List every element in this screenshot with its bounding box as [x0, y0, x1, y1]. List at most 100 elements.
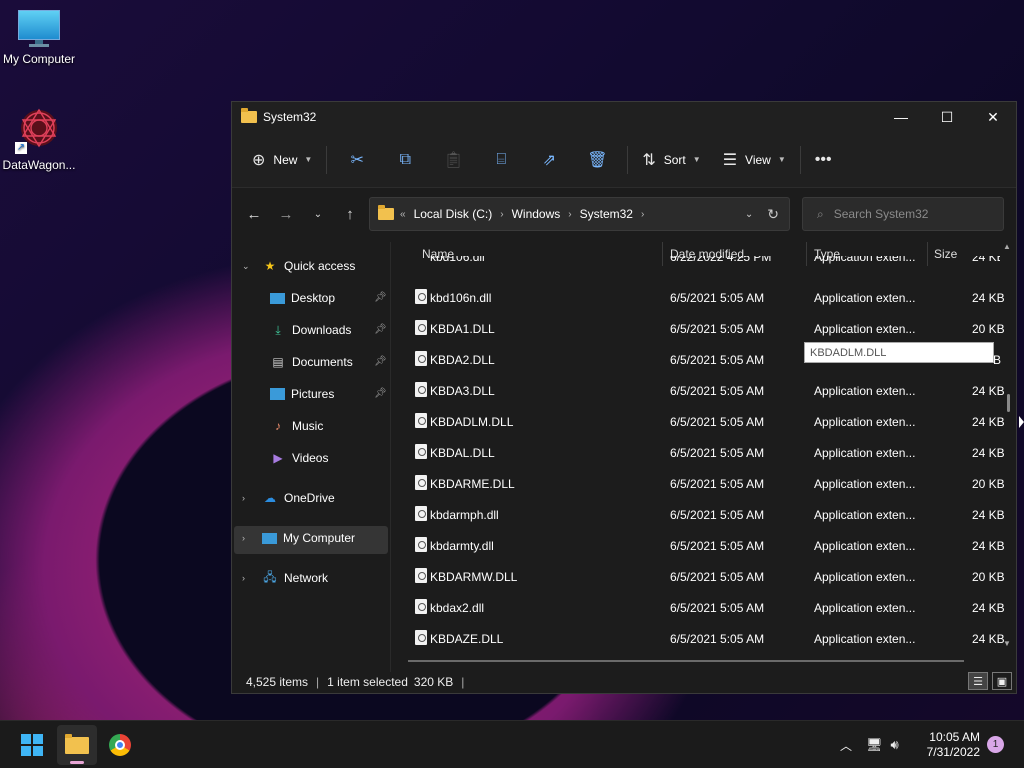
chevron-right-icon[interactable]: ›	[641, 209, 644, 220]
file-name: KBDARME.DLL	[430, 477, 515, 491]
datawagon-icon: ↗	[15, 106, 63, 154]
chevron-down-icon[interactable]: ⌄	[242, 261, 250, 272]
file-name: KBDARMW.DLL	[430, 570, 518, 584]
overflow-chevron-icon[interactable]: «	[400, 209, 406, 220]
minimize-button[interactable]: —	[878, 102, 924, 132]
tiles-view-icon[interactable]: ▣	[992, 672, 1012, 690]
file-date: 6/5/2021 5:05 AM	[670, 415, 765, 429]
sidebar-item-downloads[interactable]: ⤓ Downloads	[270, 316, 351, 344]
sidebar-item-music[interactable]: ♪ Music	[270, 412, 323, 440]
sidebar-item-desktop[interactable]: Desktop	[270, 284, 335, 312]
paste-icon[interactable]: 📋︎	[429, 150, 477, 170]
back-icon[interactable]: ←	[238, 206, 270, 223]
file-explorer-window: System32 — ☐ ✕ ⊕ New ▼ ✂ ⧉ 📋︎ ⌸ ⇗ 🗑︎ ⇅ S…	[231, 101, 1017, 694]
network-status-icon[interactable]: 🖥︎	[866, 737, 883, 753]
maximize-button[interactable]: ☐	[924, 102, 970, 132]
file-date: 6/5/2021 5:05 AM	[670, 539, 765, 553]
close-button[interactable]: ✕	[970, 102, 1016, 132]
breadcrumb-system32[interactable]: System32	[580, 207, 633, 221]
file-type: Application exten...	[814, 477, 916, 491]
horizontal-scrollbar[interactable]	[408, 660, 964, 662]
sidebar-item-my-computer[interactable]: › My Computer	[242, 524, 355, 552]
cloud-icon: ☁	[264, 491, 276, 505]
share-icon[interactable]: ⇗	[525, 150, 573, 170]
chevron-right-icon[interactable]: ›	[500, 209, 503, 220]
table-row[interactable]: KBDARME.DLL 6/5/2021 5:05 AM Application e…	[410, 468, 1005, 499]
table-row[interactable]: kbdarmph.dll 6/5/2021 5:05 AM Application …	[410, 499, 1005, 530]
status-bar: 4,525 items | 1 item selected 320 KB | ☰…	[232, 670, 1016, 694]
notification-badge[interactable]: 1	[987, 736, 1004, 753]
breadcrumb-windows[interactable]: Windows	[512, 207, 561, 221]
sidebar-item-quick-access[interactable]: ⌄ ★ Quick access	[242, 252, 355, 280]
scroll-down-arrow[interactable]: ▼	[1003, 639, 1011, 648]
show-hidden-icons[interactable]: ︿	[840, 737, 852, 754]
up-icon[interactable]: ↑	[334, 206, 366, 223]
search-input[interactable]: Search System32	[834, 207, 929, 221]
chevron-right-icon[interactable]: ›	[568, 209, 571, 220]
chevron-right-icon[interactable]: ›	[242, 493, 245, 503]
table-row[interactable]: KBDA3.DLL 6/5/2021 5:05 AM Application ext…	[410, 375, 1005, 406]
sidebar-item-documents[interactable]: ▤ Documents	[270, 348, 352, 376]
file-date: 6/5/2021 5:05 AM	[670, 570, 765, 584]
clock[interactable]: 10:05 AM 7/31/2022	[918, 730, 980, 760]
volume-icon[interactable]: 🔊︎	[891, 737, 899, 753]
dll-file-icon	[415, 444, 427, 459]
file-date: 6/5/2021 5:05 AM	[670, 477, 765, 491]
pin-icon[interactable]: 📌︎	[374, 324, 387, 335]
pin-icon[interactable]: 📌︎	[374, 292, 387, 303]
table-row[interactable]: kbdarmty.dll 6/5/2021 5:05 AM Application …	[410, 530, 1005, 561]
pin-icon[interactable]: 📌︎	[374, 388, 387, 399]
delete-icon[interactable]: 🗑︎	[573, 150, 621, 170]
taskbar-file-explorer[interactable]	[57, 725, 97, 765]
chevron-right-icon[interactable]: ›	[242, 573, 245, 583]
table-row[interactable]: KBDAZE.DLL 6/5/2021 5:05 AM Application ex…	[410, 623, 1005, 654]
tooltip: KBDADLM.DLL	[804, 342, 994, 363]
more-options-button[interactable]: •••	[807, 144, 840, 176]
copy-icon[interactable]: ⧉	[381, 151, 429, 169]
details-view-icon[interactable]: ☰	[968, 672, 988, 690]
scroll-up-arrow[interactable]: ▲	[1003, 242, 1011, 251]
file-name: kbdarmty.dll	[430, 539, 494, 553]
file-type: Application exten...	[814, 291, 916, 305]
table-row[interactable]: KBDADLM.DLL 6/5/2021 5:05 AM Application e…	[410, 406, 1005, 437]
file-name: KBDAZE.DLL	[430, 632, 504, 646]
file-date: 6/5/2021 5:05 AM	[670, 446, 765, 460]
desktop-icon-label: DataWagon...	[2, 158, 76, 172]
sort-ascending-icon: ⌃	[536, 242, 544, 248]
refresh-icon[interactable]: ↻	[767, 206, 779, 223]
pin-icon[interactable]: 📌︎	[374, 356, 387, 367]
taskbar-chrome[interactable]	[100, 725, 140, 765]
sidebar-item-network[interactable]: › 🖧︎ Network	[242, 564, 328, 592]
breadcrumb-local-disk[interactable]: Local Disk (C:)	[414, 207, 493, 221]
vertical-scrollbar-thumb[interactable]	[1007, 394, 1010, 412]
table-row[interactable]: KBDA1.DLL 6/5/2021 5:05 AM Application ext…	[410, 313, 1005, 344]
forward-icon[interactable]: →	[270, 206, 302, 223]
chevron-down-icon[interactable]: ⌄	[745, 209, 753, 220]
address-bar[interactable]: « Local Disk (C:) › Windows › System32 ›…	[369, 197, 790, 231]
rename-icon[interactable]: ⌸	[477, 151, 525, 169]
new-button[interactable]: ⊕ New ▼	[244, 144, 320, 176]
sort-button[interactable]: ⇅ Sort ▼	[634, 144, 708, 176]
desktop-icon-my-computer[interactable]: My Computer	[0, 10, 78, 66]
title-bar[interactable]: System32 — ☐ ✕	[232, 102, 1016, 132]
view-button[interactable]: ☰ View ▼	[715, 144, 794, 176]
cut-icon[interactable]: ✂	[333, 150, 381, 170]
table-row[interactable]: KBDARMW.DLL 6/5/2021 5:05 AM Application e…	[410, 561, 1005, 592]
file-type: Application exten...	[814, 256, 916, 264]
file-list: Name ⌃ Date modified Type Size kbd106.dl…	[410, 242, 1010, 662]
chevron-right-icon[interactable]: ›	[242, 533, 245, 543]
table-row[interactable]: kbd106.dll 6/22/2022 4:25 PM Application…	[410, 256, 1000, 266]
start-button[interactable]	[12, 725, 52, 765]
recent-locations-icon[interactable]: ⌄	[302, 209, 334, 220]
search-icon: ⌕	[817, 206, 824, 221]
file-size: 24 KB	[972, 508, 1005, 522]
table-row[interactable]: KBDAL.DLL 6/5/2021 5:05 AM Application ext…	[410, 437, 1005, 468]
sidebar-item-onedrive[interactable]: › ☁ OneDrive	[242, 484, 335, 512]
table-row[interactable]: kbdax2.dll 6/5/2021 5:05 AM Application ex…	[410, 592, 1005, 623]
sidebar-item-pictures[interactable]: Pictures	[270, 380, 334, 408]
table-row[interactable]: kbd106n.dll 6/5/2021 5:05 AM Application e…	[410, 282, 1005, 313]
search-box[interactable]: ⌕ Search System32	[802, 197, 1004, 231]
desktop-icon-datawagon[interactable]: ↗ DataWagon...	[0, 106, 78, 172]
selection-size: 320 KB	[413, 675, 454, 689]
sidebar-item-videos[interactable]: ▶ Videos	[270, 444, 328, 472]
